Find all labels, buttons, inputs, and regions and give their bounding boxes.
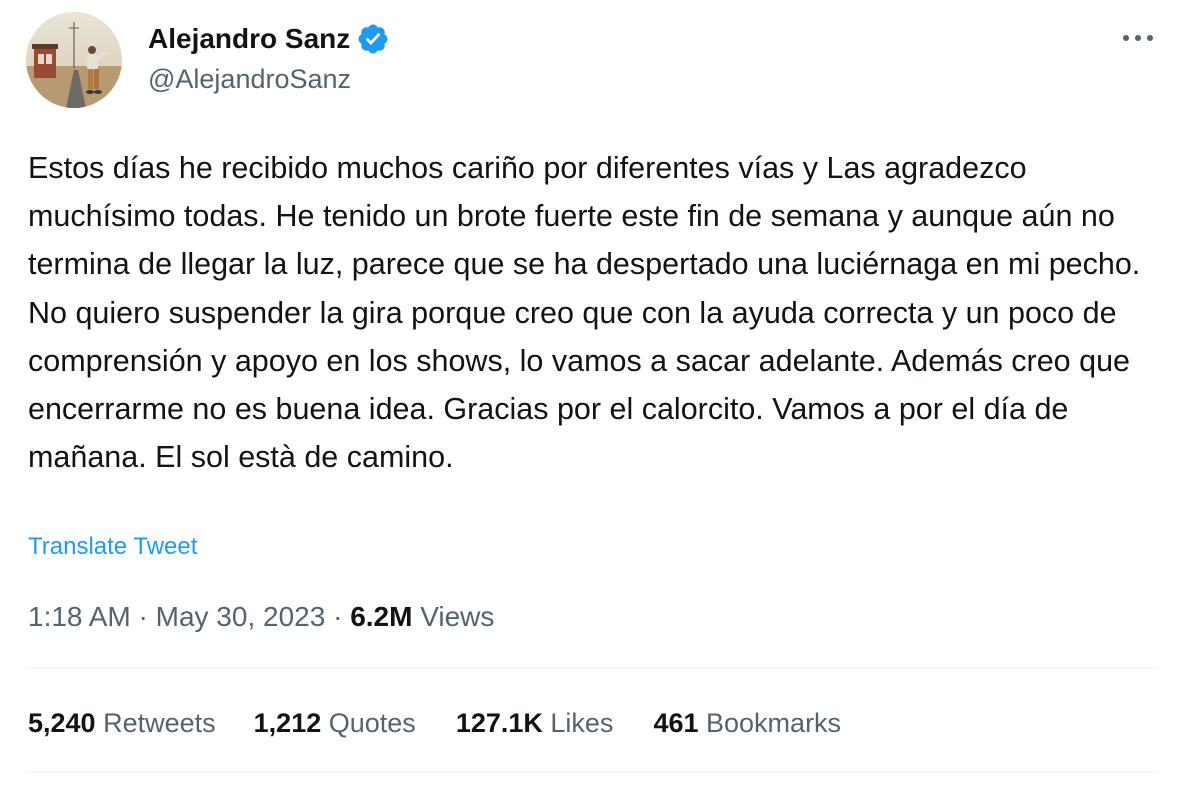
divider <box>26 668 1158 669</box>
retweets-label: Retweets <box>103 708 216 738</box>
tweet-card: Alejandro Sanz @AlejandroSanz Estos días… <box>0 0 1182 788</box>
retweets-count: 5,240 <box>28 708 96 738</box>
author-name-row: Alejandro Sanz <box>148 22 390 56</box>
tweet-time[interactable]: 1:18 AM <box>28 601 131 632</box>
avatar-image <box>26 12 122 108</box>
more-options-button[interactable] <box>1118 20 1158 56</box>
divider <box>26 772 1158 773</box>
translate-tweet-link[interactable]: Translate Tweet <box>28 530 197 564</box>
quotes-label: Quotes <box>328 708 416 738</box>
display-name[interactable]: Alejandro Sanz <box>148 22 350 56</box>
retweets-stat[interactable]: 5,240 Retweets <box>28 705 216 741</box>
tweet-text: Estos días he recibido muchos cariño por… <box>28 144 1168 481</box>
views-count: 6.2M <box>350 601 413 632</box>
verified-badge-icon[interactable] <box>356 22 390 56</box>
likes-stat[interactable]: 127.1K Likes <box>456 705 614 741</box>
tweet-date[interactable]: May 30, 2023 <box>156 601 326 632</box>
quotes-stat[interactable]: 1,212 Quotes <box>254 705 416 741</box>
quotes-count: 1,212 <box>253 708 322 738</box>
likes-count: 127.1K <box>455 708 543 738</box>
views-label: Views <box>420 601 495 632</box>
tweet-text-line: Estos días he recibido muchos cariño por… <box>28 151 1141 282</box>
engagement-stats: 5,240 Retweets 1,212 Quotes 127.1K Likes… <box>28 705 841 741</box>
bookmarks-label: Bookmarks <box>706 708 842 738</box>
tweet-meta: 1:18 AM · May 30, 2023 · 6.2M Views <box>28 598 494 636</box>
meta-separator: · <box>130 601 156 632</box>
likes-label: Likes <box>550 708 614 738</box>
more-horizontal-icon <box>1123 35 1153 41</box>
tweet-text-line: No quiero suspender la gira porque creo … <box>28 295 1131 475</box>
bookmarks-count: 461 <box>653 708 699 738</box>
author-handle[interactable]: @AlejandroSanz <box>148 62 351 96</box>
meta-separator: · <box>325 601 351 632</box>
avatar[interactable] <box>26 12 122 108</box>
bookmarks-stat[interactable]: 461 Bookmarks <box>653 705 841 741</box>
